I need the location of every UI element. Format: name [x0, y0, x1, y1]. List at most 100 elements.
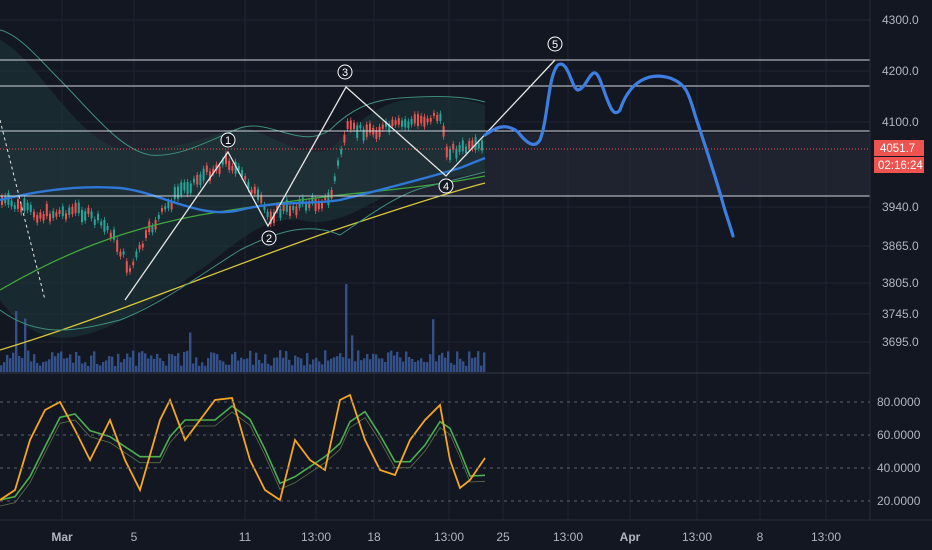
candle-body — [397, 118, 400, 125]
candle-body — [461, 140, 464, 152]
oscillator-tick-label: 60.0000 — [877, 428, 921, 442]
candle-body — [138, 244, 141, 250]
candle-body — [333, 176, 336, 181]
candle-body — [122, 251, 125, 255]
volume-bar — [453, 364, 456, 372]
volume-bar — [0, 365, 3, 372]
volume-bar — [123, 359, 126, 372]
volume-bar — [66, 357, 69, 372]
trading-chart[interactable]: 1 2 3 4 5 4300.0 4200.0 4100.0 3940.0 3865.0 3805… — [0, 0, 932, 550]
candle-body — [445, 146, 448, 158]
volume-bar — [423, 361, 426, 372]
volume-bar — [273, 357, 276, 372]
candle-body — [33, 211, 35, 218]
candle-body — [93, 219, 96, 226]
volume-bar — [96, 364, 99, 372]
volume-bar — [408, 356, 411, 372]
time-tick-label: 8 — [757, 530, 764, 544]
volume-bar — [255, 352, 258, 372]
price-tick-label: 4100.0 — [882, 115, 919, 129]
volume-bar — [342, 357, 345, 372]
candle-body — [103, 219, 106, 232]
volume-bar — [459, 358, 462, 372]
volume-bar — [327, 360, 330, 372]
candle-body — [343, 134, 346, 143]
volume-bar — [186, 350, 189, 372]
volume-bar — [429, 354, 432, 372]
candle-body — [52, 210, 55, 218]
candle-body — [97, 213, 99, 221]
svg-text:1: 1 — [225, 135, 231, 147]
volume-bar — [177, 353, 180, 372]
volume-bar — [363, 358, 366, 372]
candle-body — [141, 243, 144, 248]
volume-bar — [24, 318, 27, 372]
candle-body — [45, 203, 48, 217]
candle-body — [65, 213, 67, 220]
time-tick-label: 13:00 — [553, 530, 583, 544]
candle-body — [29, 204, 32, 213]
volume-bar — [330, 358, 333, 372]
volume-bar — [117, 353, 120, 372]
volume-bar — [462, 361, 465, 372]
volume-bar — [468, 351, 471, 372]
candle-body — [426, 118, 429, 123]
wave-label-5: 5 — [547, 36, 563, 52]
oscillator-tick-label: 20.0000 — [877, 494, 921, 508]
volume-bar — [33, 354, 36, 372]
volume-bar — [360, 360, 363, 372]
volume-bar — [228, 364, 231, 372]
price-tick-label: 3805.0 — [882, 276, 919, 290]
volume-bar — [438, 355, 441, 372]
candle-body — [465, 146, 467, 154]
volume-bar — [9, 358, 12, 372]
volume-bar — [138, 352, 141, 372]
volume-bar — [225, 364, 228, 372]
volume-bar — [474, 357, 477, 372]
time-tick-label: 25 — [496, 530, 510, 544]
volume-bar — [306, 352, 309, 372]
volume-bar — [87, 365, 90, 372]
volume-bar — [381, 358, 384, 372]
candle-body — [231, 165, 234, 171]
volume-bar — [51, 352, 54, 372]
volume-bar — [90, 355, 93, 372]
volume-bar — [348, 358, 351, 372]
candle-body — [314, 198, 317, 212]
volume-bar — [333, 357, 336, 372]
volume-bar — [102, 361, 105, 372]
candle-body — [481, 140, 483, 151]
candle-body — [84, 211, 87, 221]
volume-bar — [426, 362, 429, 372]
time-tick-label: 11 — [239, 530, 252, 544]
candle-body — [196, 175, 199, 185]
candle-body — [167, 201, 170, 209]
volume-bar — [12, 352, 15, 372]
candle-body — [164, 206, 167, 210]
volume-bar — [81, 363, 84, 372]
volume-bar — [372, 353, 375, 372]
volume-bar — [264, 354, 267, 372]
candle-body — [10, 200, 13, 207]
price-tick-label: 3695.0 — [882, 335, 919, 349]
volume-bar — [153, 358, 156, 372]
volume-bar — [357, 350, 360, 372]
volume-bar — [39, 365, 42, 372]
volume-bar — [285, 351, 288, 372]
volume-bar — [69, 354, 72, 372]
candle-body — [433, 112, 435, 116]
volume-bar — [396, 351, 399, 372]
candle-body — [327, 192, 330, 206]
volume-bar — [402, 361, 405, 372]
volume-bar — [267, 363, 270, 372]
volume-bar — [156, 353, 159, 372]
volume-bar — [450, 362, 453, 372]
volume-bar — [132, 350, 135, 372]
price-tick-label: 3940.0 — [882, 200, 919, 214]
oscillator-tick-label: 40.0000 — [877, 461, 921, 475]
volume-bar — [414, 361, 417, 372]
candle-body — [378, 126, 381, 137]
volume-bar — [57, 353, 60, 372]
candle-body — [189, 183, 192, 193]
volume-bar — [180, 365, 183, 372]
